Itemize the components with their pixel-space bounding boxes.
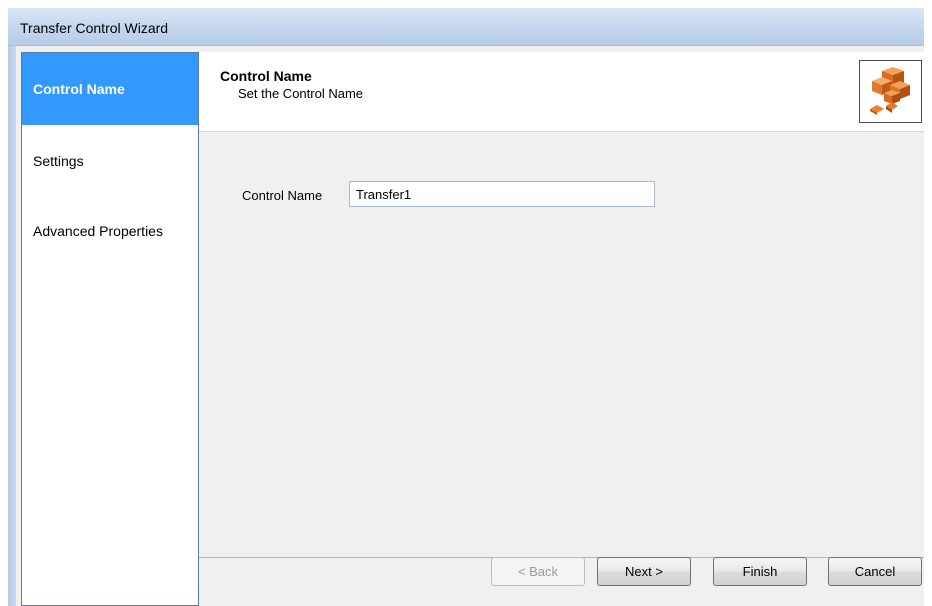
wizard-window: Transfer Control Wizard Control Name Set… — [8, 8, 932, 606]
finish-button[interactable]: Finish — [713, 557, 807, 586]
page-header: Control Name Set the Control Name — [199, 52, 932, 132]
window-right-edge — [924, 8, 932, 606]
window-title: Transfer Control Wizard — [20, 20, 169, 36]
control-name-input[interactable] — [349, 181, 655, 207]
sidebar-item-settings[interactable]: Settings — [22, 153, 198, 169]
page-title: Control Name — [220, 68, 312, 84]
page-subtitle: Set the Control Name — [238, 86, 364, 101]
back-button[interactable]: < Back — [491, 557, 585, 586]
sidebar-item-advanced-properties[interactable]: Advanced Properties — [22, 223, 198, 239]
orange-cubes-icon — [859, 60, 922, 123]
wizard-page: Control Name Set the Control Name Contro… — [199, 52, 932, 606]
control-name-label: Control Name — [242, 188, 323, 203]
window-frame-edge — [8, 46, 16, 606]
cancel-button[interactable]: Cancel — [828, 557, 922, 586]
title-bar[interactable]: Transfer Control Wizard — [8, 8, 932, 46]
next-button[interactable]: Next > — [597, 557, 691, 586]
wizard-steps-sidebar: Control Name Settings Advanced Propertie… — [21, 52, 199, 606]
sidebar-item-control-name[interactable]: Control Name — [22, 53, 198, 125]
